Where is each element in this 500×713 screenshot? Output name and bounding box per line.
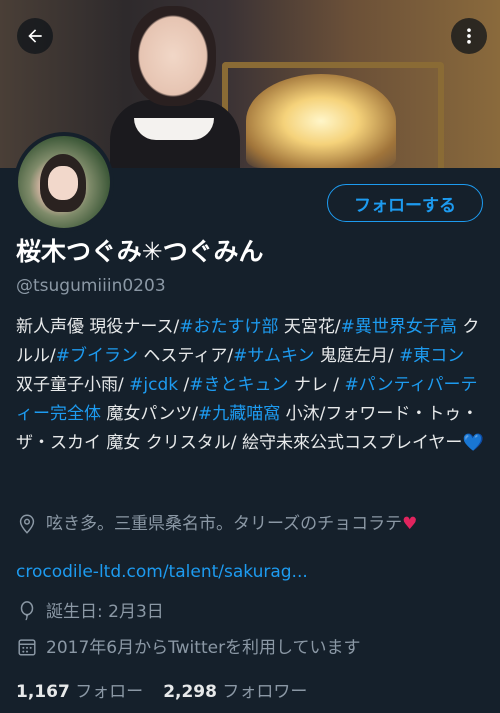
red-heart-emoji: ♥: [402, 514, 418, 534]
location-text: 呟き多。三重県桑名市。タリーズのチョコラテ♥: [46, 510, 417, 538]
profile-bio: 新人声優 現役ナース/#おたすけ部 天宮花/#異世界女子高 クルル/#ブイラン …: [16, 313, 486, 458]
banner-figure-collar: [134, 118, 214, 140]
birthday-row: 誕生日: 2月3日: [16, 597, 164, 622]
location-pin-icon: [19, 514, 35, 534]
username-handle: @tsugumiiin0203: [16, 276, 166, 296]
following-link[interactable]: 1,167 フォロー: [16, 682, 143, 702]
follow-stats: 1,167 フォロー 2,298 フォロワー: [16, 677, 307, 702]
joined-text: 2017年6月からTwitterを利用しています: [46, 638, 361, 658]
banner-figure-head: [130, 6, 216, 106]
avatar-face: [48, 166, 78, 200]
more-vertical-icon: [467, 28, 471, 44]
location-row: 呟き多。三重県桑名市。タリーズのチョコラテ♥: [16, 510, 486, 538]
more-options-button[interactable]: [451, 18, 487, 54]
following-count: 1,167: [16, 682, 70, 702]
profile-website-link[interactable]: crocodile-ltd.com/talent/sakurag...: [16, 562, 308, 582]
followers-link[interactable]: 2,298 フォロワー: [163, 682, 307, 702]
location-label: 呟き多。三重県桑名市。タリーズのチョコラテ: [46, 514, 403, 534]
bio-hashtag[interactable]: #jcdk: [129, 375, 178, 395]
display-name: 桜木つぐみ✳︎つぐみん: [16, 237, 264, 266]
bio-text: 鬼庭左月/: [314, 346, 400, 366]
bio-text: ナレ /: [288, 375, 345, 395]
back-button[interactable]: [17, 18, 53, 54]
follow-button[interactable]: フォローする: [327, 184, 483, 222]
back-arrow-icon: [28, 29, 42, 43]
banner-lamp-decoration: [246, 74, 396, 168]
bio-hashtag[interactable]: #異世界女子高: [341, 317, 457, 337]
bio-hashtag[interactable]: #ブイラン: [56, 346, 138, 366]
bio-hashtag[interactable]: #きとキュン: [189, 375, 288, 395]
blue-heart-emoji: 💙: [462, 433, 484, 453]
bio-text: /: [178, 375, 190, 395]
bio-hashtag[interactable]: #九藏喵窩: [198, 404, 280, 424]
birthday-text: 誕生日: 2月3日: [46, 602, 164, 622]
bio-text: 新人声優 現役ナース/: [16, 317, 180, 337]
bio-text: 双子童子小雨/: [16, 375, 130, 395]
followers-count: 2,298: [163, 682, 217, 702]
bio-text: ヘスティア/: [137, 346, 234, 366]
bio-hashtag[interactable]: #東コン: [399, 346, 464, 366]
bio-text: 天宮花/: [278, 317, 341, 337]
bio-hashtag[interactable]: #サムキン: [233, 346, 314, 366]
avatar[interactable]: [14, 132, 114, 232]
birthday-balloon-icon: [20, 601, 34, 621]
following-label: フォロー: [75, 682, 144, 702]
followers-label: フォロワー: [222, 682, 308, 702]
calendar-icon: [18, 639, 36, 656]
joined-row: 2017年6月からTwitterを利用しています: [16, 633, 361, 658]
bio-text: 魔女パンツ/: [101, 404, 198, 424]
bio-hashtag[interactable]: #おたすけ部: [179, 317, 278, 337]
